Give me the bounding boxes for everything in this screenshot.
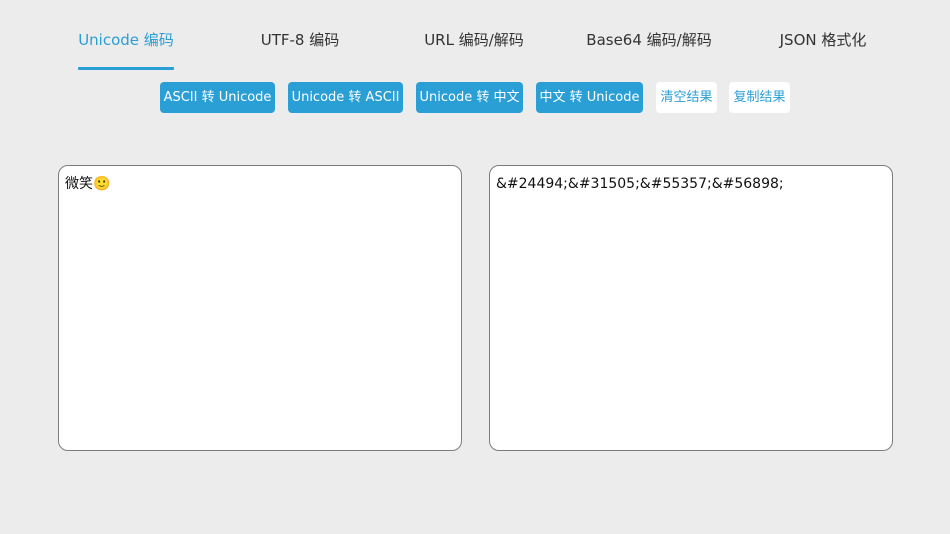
action-toolbar: ASCII 转 Unicode Unicode 转 ASCII Unicode … <box>0 82 950 114</box>
clear-result-button[interactable]: 清空结果 <box>656 82 717 113</box>
tab-json-format[interactable]: JSON 格式化 <box>774 30 872 70</box>
unicode-to-ascii-button[interactable]: Unicode 转 ASCII <box>288 82 403 113</box>
tab-utf8-encode[interactable]: UTF-8 编码 <box>256 30 344 70</box>
unicode-to-chinese-button[interactable]: Unicode 转 中文 <box>416 82 523 113</box>
input-textarea[interactable]: 微笑🙂 <box>58 165 462 451</box>
chinese-to-unicode-button[interactable]: 中文 转 Unicode <box>536 82 643 113</box>
output-textarea[interactable]: &#24494;&#31505;&#55357;&#56898; <box>489 165 893 451</box>
copy-result-button[interactable]: 复制结果 <box>729 82 790 113</box>
tab-base64-encode-decode[interactable]: Base64 编码/解码 <box>583 30 715 70</box>
tab-bar: Unicode 编码 UTF-8 编码 URL 编码/解码 Base64 编码/… <box>0 0 950 70</box>
tab-unicode-encode[interactable]: Unicode 编码 <box>78 30 174 70</box>
tab-url-encode-decode[interactable]: URL 编码/解码 <box>420 30 528 70</box>
ascii-to-unicode-button[interactable]: ASCII 转 Unicode <box>160 82 275 113</box>
